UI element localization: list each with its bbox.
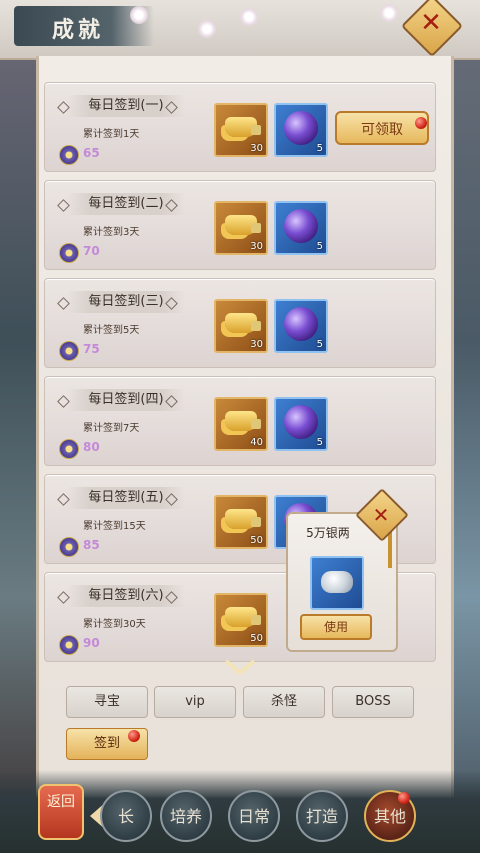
nav-forge-button[interactable]: 打造	[296, 790, 348, 842]
item-count: 50	[250, 535, 263, 546]
background-left	[0, 0, 36, 853]
points-icon	[59, 635, 79, 655]
card-subtitle: 累计签到3天	[83, 227, 140, 238]
points-icon	[59, 341, 79, 361]
signin-card-2: 每日签到(二) 累计签到3天 70 30 5	[44, 180, 436, 270]
points-value: 75	[83, 342, 100, 356]
gem-reward-item[interactable]: 5	[274, 201, 328, 255]
gold-reward-item[interactable]: 30	[214, 299, 268, 353]
item-count: 40	[250, 437, 263, 448]
lock-icon	[251, 517, 261, 527]
gem-reward-item[interactable]: 5	[274, 397, 328, 451]
points-value: 90	[83, 636, 100, 650]
gold-reward-item[interactable]: 30	[214, 103, 268, 157]
gold-reward-item[interactable]: 50	[214, 495, 268, 549]
item-count: 5	[316, 437, 323, 448]
nav-cultivate-button[interactable]: 培养	[160, 790, 212, 842]
chevron-down-icon	[224, 659, 256, 675]
purple-orb-icon	[284, 405, 318, 439]
tab-vip[interactable]: vip	[154, 686, 236, 718]
purple-orb-icon	[284, 111, 318, 145]
item-count: 30	[250, 241, 263, 252]
silver-ingot-icon	[321, 571, 353, 593]
card-subtitle: 累计签到7天	[83, 423, 140, 434]
gem-reward-item[interactable]: 5	[274, 299, 328, 353]
card-subtitle: 累计签到5天	[83, 325, 140, 336]
purple-orb-icon	[284, 209, 318, 243]
item-count: 50	[250, 633, 263, 644]
points-icon	[59, 145, 79, 165]
notification-dot-icon	[398, 792, 410, 804]
lock-icon	[251, 615, 261, 625]
close-icon[interactable]: ✕	[414, 6, 448, 40]
gold-reward-item[interactable]: 50	[214, 593, 268, 647]
claim-button[interactable]: 可领取	[335, 111, 429, 145]
points-icon	[59, 439, 79, 459]
use-button[interactable]: 使用	[300, 614, 372, 640]
item-count: 5	[316, 339, 323, 350]
tab-kill-monster[interactable]: 杀怪	[243, 686, 325, 718]
points-icon	[59, 537, 79, 557]
points-value: 70	[83, 244, 100, 258]
card-subtitle: 累计签到1天	[83, 129, 140, 140]
points-value: 80	[83, 440, 100, 454]
popup-item-name: 5万银两	[306, 526, 350, 540]
tab-treasure[interactable]: 寻宝	[66, 686, 148, 718]
gold-reward-item[interactable]: 30	[214, 201, 268, 255]
signin-card-1: 每日签到(一) 累计签到1天 65 30 5 可领取	[44, 82, 436, 172]
page-title: 成就	[52, 17, 105, 43]
flower-decoration-icon	[130, 6, 148, 24]
flower-decoration-icon	[380, 4, 398, 22]
points-value: 85	[83, 538, 100, 552]
card-subtitle: 累计签到15天	[83, 521, 146, 532]
lock-icon	[251, 321, 261, 331]
card-subtitle: 累计签到30天	[83, 619, 146, 630]
points-value: 65	[83, 146, 100, 160]
lock-icon	[251, 223, 261, 233]
signin-card-3: 每日签到(三) 累计签到5天 75 30 5	[44, 278, 436, 368]
nav-partial-button[interactable]: 长	[100, 790, 152, 842]
notification-dot-icon	[128, 730, 140, 742]
points-icon	[59, 243, 79, 263]
gem-reward-item[interactable]: 5	[274, 103, 328, 157]
purple-orb-icon	[284, 307, 318, 341]
item-count: 5	[316, 241, 323, 252]
lock-icon	[251, 125, 261, 135]
flower-decoration-icon	[198, 20, 216, 38]
item-count: 30	[250, 143, 263, 154]
tassel-decoration	[388, 532, 392, 568]
notification-dot-icon	[415, 117, 427, 129]
lock-icon	[251, 419, 261, 429]
signin-card-4: 每日签到(四) 累计签到7天 80 40 5	[44, 376, 436, 466]
back-button[interactable]: 返回	[38, 784, 84, 840]
gold-reward-item[interactable]: 40	[214, 397, 268, 451]
close-icon[interactable]: ✕	[366, 500, 396, 530]
item-count: 5	[316, 143, 323, 154]
item-count: 30	[250, 339, 263, 350]
tab-boss[interactable]: BOSS	[332, 686, 414, 718]
flower-decoration-icon	[240, 8, 258, 26]
nav-daily-button[interactable]: 日常	[228, 790, 280, 842]
silver-item	[310, 556, 364, 610]
